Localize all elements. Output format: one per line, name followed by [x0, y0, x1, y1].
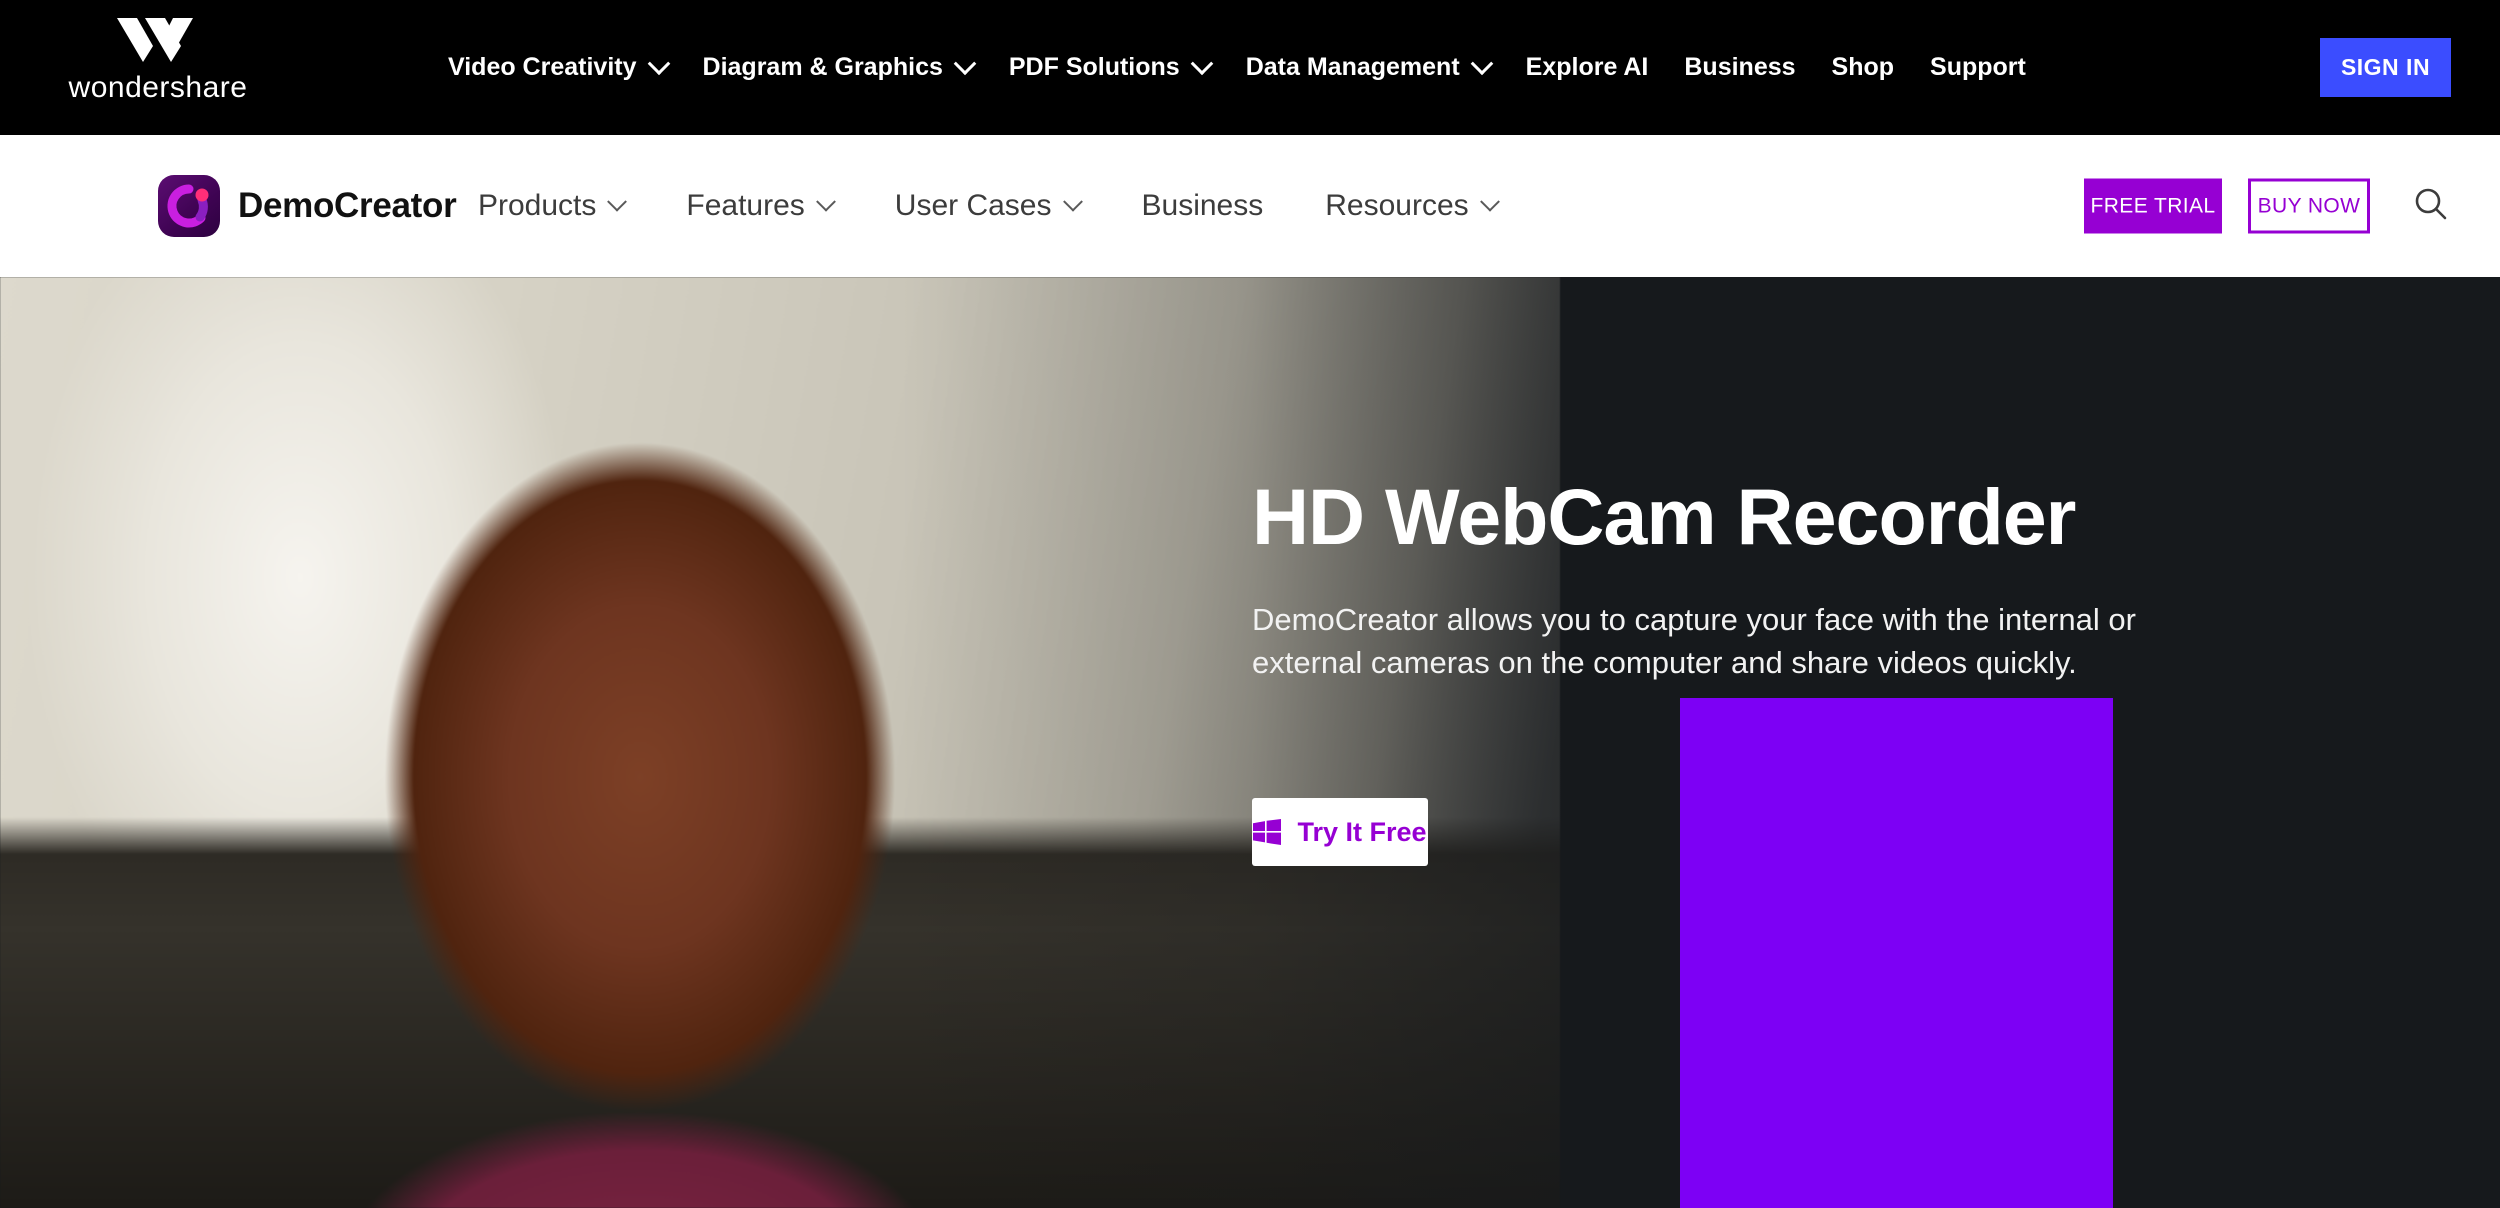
top-nav-label: Shop	[1831, 53, 1895, 81]
hero-section: HD WebCam Recorder DemoCreator allows yo…	[0, 277, 2500, 1208]
try-it-free-button[interactable]: Try It Free	[1252, 798, 1428, 866]
product-nav-item-resources[interactable]: Resources	[1325, 189, 1500, 223]
wondershare-wordmark: wondershare	[68, 71, 248, 104]
top-nav-label: Data Management	[1245, 53, 1460, 81]
top-nav-item-pdf-solutions[interactable]: PDF Solutions	[1008, 51, 1214, 82]
chevron-down-icon	[647, 51, 670, 75]
chevron-down-icon	[1470, 51, 1493, 75]
product-navbar: DemoCreator Products Features User Cases…	[0, 135, 2500, 277]
chevron-down-icon	[1190, 51, 1214, 75]
product-nav-label: Features	[686, 189, 805, 222]
top-nav-item-diagram-graphics[interactable]: Diagram & Graphics	[702, 51, 977, 82]
top-nav-items: Video Creativity Diagram & Graphics PDF …	[448, 0, 2026, 135]
top-nav-item-data-management[interactable]: Data Management	[1245, 51, 1493, 82]
wondershare-logo[interactable]: wondershare	[58, 16, 258, 103]
top-nav-label: Business	[1684, 53, 1796, 81]
product-nav-label: User Cases	[894, 189, 1052, 222]
windows-icon	[1253, 819, 1282, 845]
top-nav-item-video-creativity[interactable]: Video Creativity	[448, 51, 670, 82]
product-nav-label: Business	[1141, 189, 1264, 222]
chevron-down-icon	[815, 191, 836, 212]
product-nav-item-user-cases[interactable]: User Cases	[894, 189, 1083, 223]
sign-in-button[interactable]: SIGN IN	[2320, 38, 2451, 97]
chevron-down-icon	[1062, 191, 1083, 212]
democreator-brand-link[interactable]: DemoCreator	[158, 175, 457, 237]
hero-content: HD WebCam Recorder DemoCreator allows yo…	[1252, 277, 2500, 1208]
chevron-down-icon	[953, 51, 977, 75]
top-nav-label: Video Creativity	[448, 53, 637, 81]
top-nav-label: Diagram & Graphics	[702, 53, 943, 81]
search-icon	[2411, 185, 2451, 228]
try-it-free-label: Try It Free	[1297, 816, 1427, 847]
top-nav-item-support[interactable]: Support	[1930, 53, 2026, 82]
top-nav-item-business[interactable]: Business	[1684, 53, 1795, 82]
product-nav-label: Resources	[1325, 189, 1469, 222]
top-nav-item-explore-ai[interactable]: Explore AI	[1526, 53, 1649, 82]
free-trial-button[interactable]: FREE TRIAL	[2084, 178, 2222, 234]
top-nav-label: Explore AI	[1525, 53, 1649, 81]
product-nav-cta-group: FREE TRIAL BUY NOW	[2084, 178, 2370, 234]
chevron-down-icon	[607, 191, 628, 212]
democreator-logo-icon	[158, 175, 220, 237]
top-nav-label: PDF Solutions	[1008, 53, 1180, 81]
hero-subtitle: DemoCreator allows you to capture your f…	[1252, 602, 2136, 680]
top-nav-label: Support	[1930, 53, 2026, 81]
hero-title: HD WebCam Recorder	[1252, 472, 2076, 561]
search-button[interactable]	[2408, 183, 2454, 229]
democreator-brand-name: DemoCreator	[238, 186, 457, 225]
product-nav-item-business[interactable]: Business	[1142, 189, 1264, 223]
product-nav-item-features[interactable]: Features	[686, 189, 836, 223]
global-top-navbar: wondershare Video Creativity Diagram & G…	[0, 0, 2500, 135]
product-nav-label: Products	[478, 189, 597, 222]
top-nav-item-shop[interactable]: Shop	[1832, 53, 1895, 82]
product-nav-item-products[interactable]: Products	[478, 189, 628, 223]
buy-now-button[interactable]: BUY NOW	[2248, 178, 2370, 234]
wondershare-w-mark-icon	[58, 16, 258, 69]
product-nav-items: Products Features User Cases Business Re…	[478, 189, 1559, 223]
chevron-down-icon	[1479, 191, 1500, 212]
